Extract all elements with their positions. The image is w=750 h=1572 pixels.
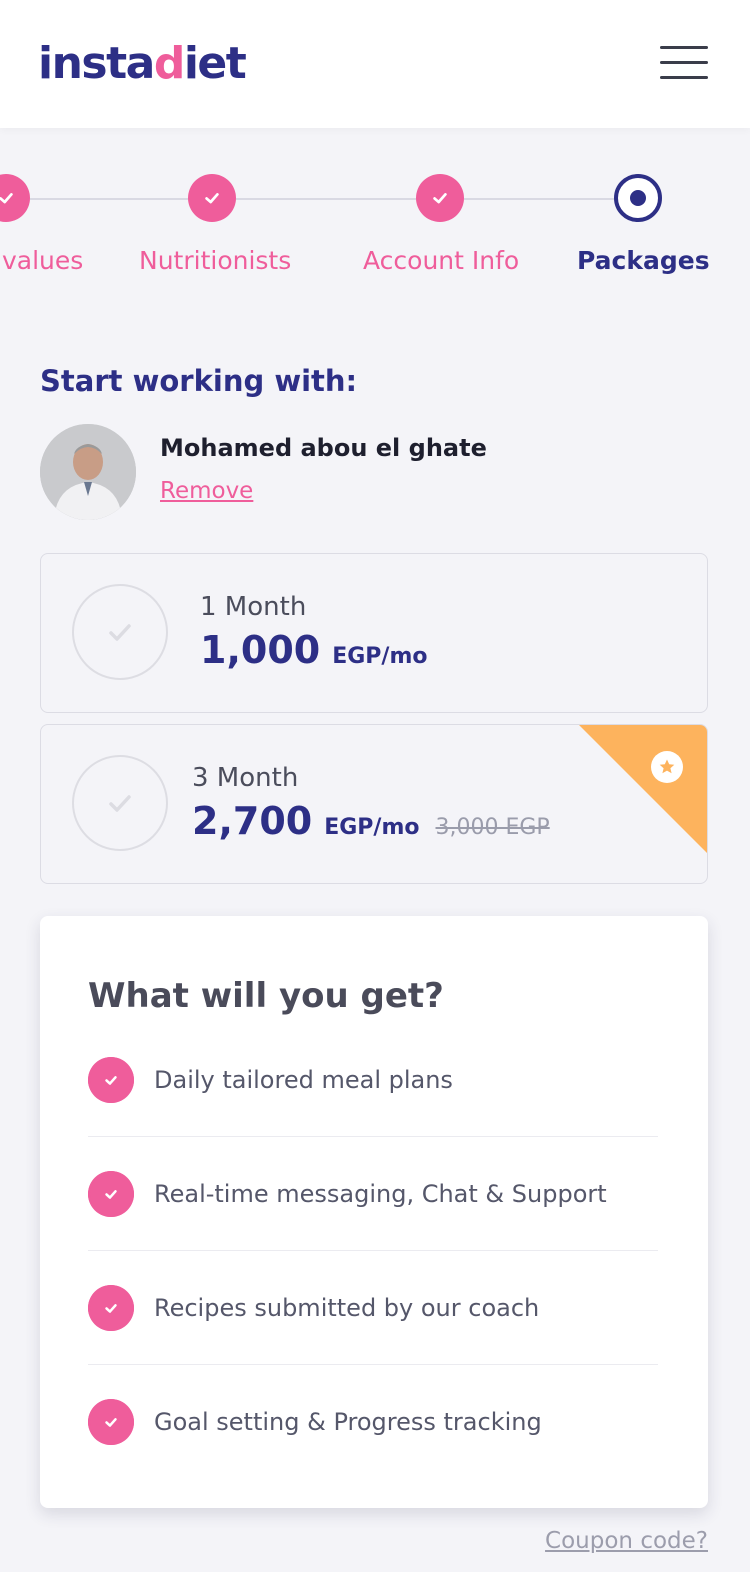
badge-check-icon — [88, 1170, 134, 1217]
nutritionist-name: Mohamed abou el ghate — [160, 434, 487, 462]
package-price: 1,000 — [200, 628, 321, 672]
step-packages-current-icon[interactable] — [614, 174, 662, 222]
package-duration: 1 Month — [200, 592, 307, 622]
logo-text-start: insta — [38, 38, 155, 89]
step-connector — [236, 198, 416, 200]
badge-check-icon — [88, 1056, 134, 1103]
instadiet-logo[interactable]: instadiet — [38, 34, 247, 94]
star-icon — [651, 751, 683, 783]
package-old-price: 3,000 EGP — [435, 815, 550, 840]
package-select-check-icon[interactable] — [72, 755, 168, 851]
step-values-check-icon[interactable] — [0, 174, 30, 222]
package-card-1-month[interactable]: 1 Month 1,000 EGP/mo — [40, 553, 708, 713]
benefit-text: Recipes submitted by our coach — [154, 1293, 540, 1322]
step-label-account-info[interactable]: Account Info — [363, 246, 519, 275]
logo-text-accent: d — [153, 38, 186, 89]
nutritionist-avatar — [40, 424, 136, 520]
benefits-card: What will you get? Daily tailored meal p… — [40, 916, 708, 1508]
package-price-row: 2,700 EGP/mo 3,000 EGP — [192, 799, 550, 843]
remove-nutritionist-link[interactable]: Remove — [160, 478, 253, 504]
benefit-item: Recipes submitted by our coach — [88, 1251, 658, 1365]
step-connector — [464, 198, 614, 200]
package-price: 2,700 — [192, 799, 313, 843]
logo-text-end: iet — [183, 38, 247, 89]
step-label-nutritionists[interactable]: Nutritionists — [139, 246, 291, 275]
benefits-title: What will you get? — [88, 976, 444, 1016]
progress-stepper: values Nutritionists Account Info Packag… — [0, 150, 750, 290]
step-label-values[interactable]: values — [2, 246, 83, 275]
benefit-text: Real-time messaging, Chat & Support — [154, 1179, 607, 1208]
package-price-unit: EGP/mo — [332, 644, 428, 669]
package-price-row: 1,000 EGP/mo — [200, 628, 428, 672]
benefit-item: Daily tailored meal plans — [88, 1023, 658, 1137]
step-label-packages[interactable]: Packages — [577, 246, 710, 275]
package-price-unit: EGP/mo — [324, 815, 420, 840]
benefit-item: Real-time messaging, Chat & Support — [88, 1137, 658, 1251]
badge-check-icon — [88, 1399, 134, 1445]
benefit-item: Goal setting & Progress tracking — [88, 1365, 658, 1479]
package-select-check-icon[interactable] — [72, 584, 168, 680]
best-value-ribbon — [579, 725, 707, 853]
step-nutritionists-check-icon[interactable] — [188, 174, 236, 222]
start-working-title: Start working with: — [40, 364, 358, 398]
step-account-info-check-icon[interactable] — [416, 174, 464, 222]
benefit-text: Goal setting & Progress tracking — [154, 1408, 542, 1436]
app-header: instadiet — [0, 0, 750, 128]
step-connector — [30, 198, 188, 200]
hamburger-icon[interactable] — [660, 46, 708, 80]
package-duration: 3 Month — [192, 763, 299, 793]
package-card-3-month[interactable]: 3 Month 2,700 EGP/mo 3,000 EGP — [40, 724, 708, 884]
coupon-code-link[interactable]: Coupon code? — [545, 1528, 708, 1554]
badge-check-icon — [88, 1284, 134, 1331]
benefit-text: Daily tailored meal plans — [154, 1065, 453, 1094]
